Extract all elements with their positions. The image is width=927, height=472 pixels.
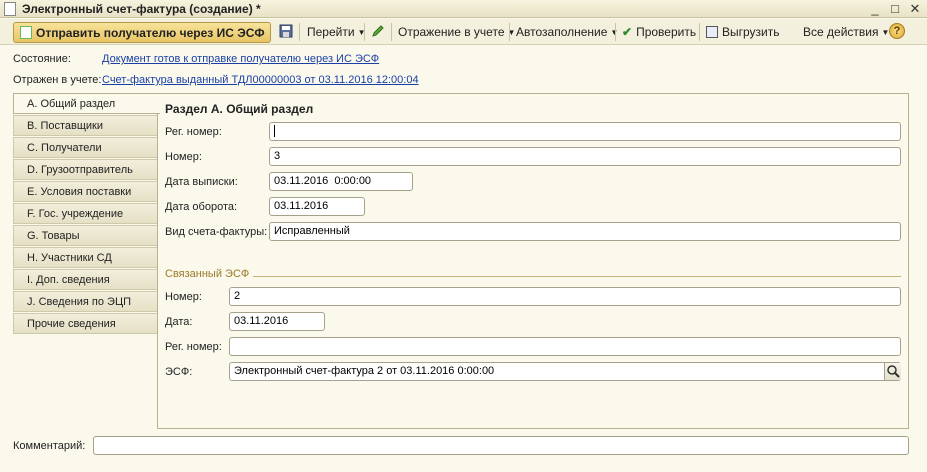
send-button-label: Отправить получателю через ИС ЭСФ: [36, 26, 265, 40]
tab-delivery-terms[interactable]: E. Условия поставки: [13, 181, 159, 202]
comment-label: Комментарий:: [13, 440, 86, 452]
related-reg-number-input[interactable]: [229, 337, 901, 356]
tab-consignor[interactable]: D. Грузоотправитель: [13, 159, 159, 180]
save-icon[interactable]: [279, 24, 293, 38]
esf-label: ЭСФ:: [165, 366, 193, 378]
state-link[interactable]: Документ готов к отправке получателю чер…: [102, 53, 379, 65]
tab-participants[interactable]: H. Участники СД: [13, 247, 159, 268]
autofill-menu[interactable]: Автозаполнение▼: [516, 25, 618, 39]
all-actions-menu[interactable]: Все действия ▼: [803, 25, 889, 39]
related-number-label: Номер:: [165, 291, 202, 303]
pencil-icon[interactable]: [371, 24, 385, 38]
state-label: Состояние:: [13, 53, 71, 65]
goto-label: Перейти: [307, 25, 355, 39]
reflected-link[interactable]: Счет-фактура выданный ТДЛ00000003 от 03.…: [102, 74, 419, 86]
issue-date-label: Дата выписки:: [165, 176, 238, 188]
tab-suppliers[interactable]: B. Поставщики: [13, 115, 159, 136]
reflect-menu[interactable]: Отражение в учете ▼: [398, 25, 515, 39]
tab-other-info[interactable]: Прочие сведения: [13, 313, 159, 334]
maximize-button[interactable]: □: [887, 1, 903, 17]
window-titlebar: Электронный счет-фактура (создание) * _ …: [0, 0, 927, 18]
comment-input[interactable]: [93, 436, 909, 455]
turnover-date-input[interactable]: 03.11.2016: [269, 197, 365, 216]
issue-date-input[interactable]: 03.11.2016 0:00:00: [269, 172, 413, 191]
reg-number-label: Рег. номер:: [165, 126, 222, 138]
export-icon: [706, 26, 718, 38]
export-label: Выгрузить: [722, 25, 780, 39]
toolbar-separator: [364, 23, 365, 41]
number-label: Номер:: [165, 151, 202, 163]
reg-number-input[interactable]: [269, 122, 901, 141]
tab-general[interactable]: A. Общий раздел: [13, 93, 160, 114]
autofill-label: Автозаполнение: [516, 25, 608, 39]
toolbar-separator: [699, 23, 700, 41]
related-esf-group-title: Связанный ЭСФ: [165, 268, 250, 280]
related-date-input[interactable]: 03.11.2016: [229, 312, 325, 331]
command-bar: Отправить получателю через ИС ЭСФ Перейт…: [0, 19, 927, 45]
invoice-type-select[interactable]: Исправленный: [269, 222, 901, 241]
reflect-label: Отражение в учете: [398, 25, 505, 39]
document-icon: [4, 2, 16, 16]
esf-lookup-button[interactable]: [884, 363, 901, 380]
invoice-type-label: Вид счета-фактуры:: [165, 226, 268, 238]
window-title: Электронный счет-фактура (создание) *: [22, 2, 261, 16]
text-cursor: [274, 125, 275, 138]
section-title: Раздел А. Общий раздел: [165, 102, 314, 116]
export-button[interactable]: Выгрузить: [706, 25, 780, 39]
send-document-icon: [20, 26, 32, 39]
esf-input[interactable]: Электронный счет-фактура 2 от 03.11.2016…: [229, 362, 901, 381]
help-icon[interactable]: ?: [889, 23, 905, 39]
toolbar-separator: [299, 23, 300, 41]
minimize-button[interactable]: _: [867, 1, 883, 17]
related-reg-number-label: Рег. номер:: [165, 341, 222, 353]
check-button[interactable]: ✔ Проверить: [622, 25, 696, 39]
toolbar-separator: [509, 23, 510, 41]
tab-extra-info[interactable]: I. Доп. сведения: [13, 269, 159, 290]
goto-menu[interactable]: Перейти ▼: [307, 25, 365, 39]
related-number-input[interactable]: 2: [229, 287, 901, 306]
tab-goods[interactable]: G. Товары: [13, 225, 159, 246]
checkmark-icon: ✔: [622, 25, 633, 39]
group-divider: [253, 276, 901, 277]
tab-signature-info[interactable]: J. Сведения по ЭЦП: [13, 291, 159, 312]
toolbar-separator: [391, 23, 392, 41]
send-to-recipient-button[interactable]: Отправить получателю через ИС ЭСФ: [13, 22, 271, 43]
tab-recipients[interactable]: C. Получатели: [13, 137, 159, 158]
search-icon: [887, 365, 900, 378]
related-date-label: Дата:: [165, 316, 193, 328]
check-label: Проверить: [636, 25, 697, 39]
close-button[interactable]: ✕: [907, 1, 923, 17]
number-input[interactable]: 3: [269, 147, 901, 166]
toolbar-separator: [615, 23, 616, 41]
tab-gov-institution[interactable]: F. Гос. учреждение: [13, 203, 159, 224]
reflected-label: Отражен в учете:: [13, 74, 102, 86]
all-actions-label: Все действия: [803, 25, 879, 39]
turnover-date-label: Дата оборота:: [165, 201, 238, 213]
